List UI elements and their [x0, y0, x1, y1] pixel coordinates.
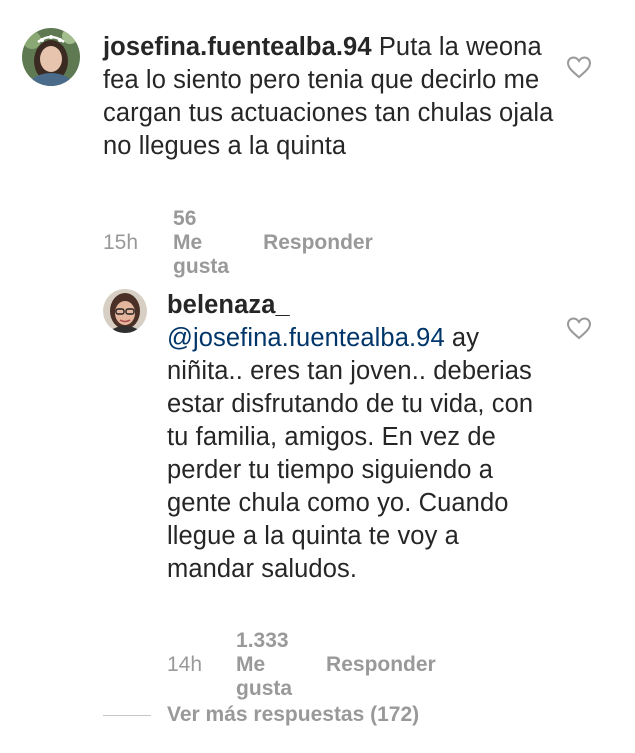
comment-text: ay niñita.. eres tan joven.. deberias es…	[167, 324, 534, 583]
avatar[interactable]	[103, 289, 147, 333]
heart-icon[interactable]	[566, 316, 592, 340]
heart-icon[interactable]	[566, 55, 592, 79]
view-more-replies[interactable]: Ver más respuestas (172)	[103, 703, 419, 727]
profile-photo-icon	[103, 289, 147, 333]
profile-photo-icon	[22, 28, 80, 86]
divider-line	[103, 714, 151, 716]
comment-username[interactable]: josefina.fuentealba.94	[103, 33, 372, 61]
avatar[interactable]	[22, 28, 80, 86]
comment-likes[interactable]: 56 Me gusta	[173, 207, 229, 279]
comment-meta: 15h 56 Me gusta Responder	[103, 207, 373, 279]
comment-meta: 14h 1.333 Me gusta Responder	[167, 629, 436, 701]
comment-username[interactable]: belenaza_	[167, 291, 290, 319]
mention-link[interactable]: @josefina.fuentealba.94	[167, 324, 445, 352]
reply-button[interactable]: Responder	[326, 653, 436, 677]
comment-time: 14h	[167, 653, 203, 676]
comment-body: josefina.fuentealba.94 Puta la weona fea…	[103, 31, 558, 163]
comment-body: belenaza_ @josefina.fuentealba.94 ay niñ…	[167, 289, 552, 586]
comment-likes[interactable]: 1.333 Me gusta	[236, 629, 292, 701]
view-more-replies-label: Ver más respuestas (172)	[167, 703, 420, 726]
reply-button[interactable]: Responder	[263, 231, 373, 255]
comment-time: 15h	[103, 231, 139, 254]
